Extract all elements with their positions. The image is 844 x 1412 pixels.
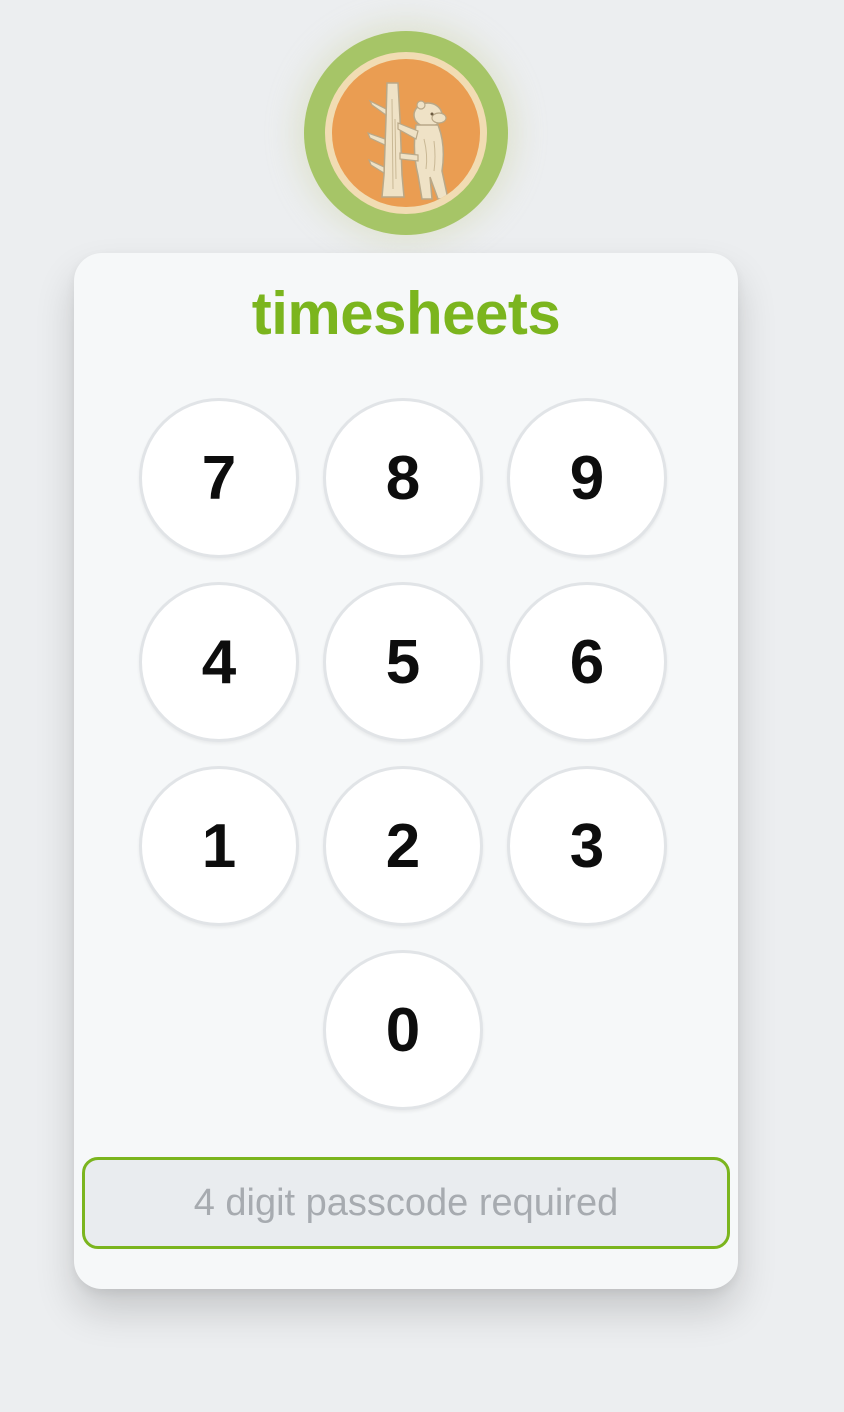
bear-climbing-tree-logo-icon xyxy=(332,59,480,207)
keypad-key-5[interactable]: 5 xyxy=(323,582,483,742)
keypad-key-2[interactable]: 2 xyxy=(323,766,483,926)
app-logo xyxy=(304,31,508,235)
passcode-input[interactable] xyxy=(82,1157,730,1249)
logo-ring xyxy=(325,52,487,214)
app-title: timesheets xyxy=(251,280,561,347)
keypad-key-4[interactable]: 4 xyxy=(139,582,299,742)
keypad-key-6[interactable]: 6 xyxy=(507,582,667,742)
keypad-key-7[interactable]: 7 xyxy=(139,398,299,558)
keypad-key-0[interactable]: 0 xyxy=(323,950,483,1110)
login-card: timesheets 7 8 9 4 5 6 1 2 3 0 xyxy=(74,253,738,1289)
keypad-key-3[interactable]: 3 xyxy=(507,766,667,926)
keypad-key-8[interactable]: 8 xyxy=(323,398,483,558)
keypad-key-1[interactable]: 1 xyxy=(139,766,299,926)
keypad-key-9[interactable]: 9 xyxy=(507,398,667,558)
